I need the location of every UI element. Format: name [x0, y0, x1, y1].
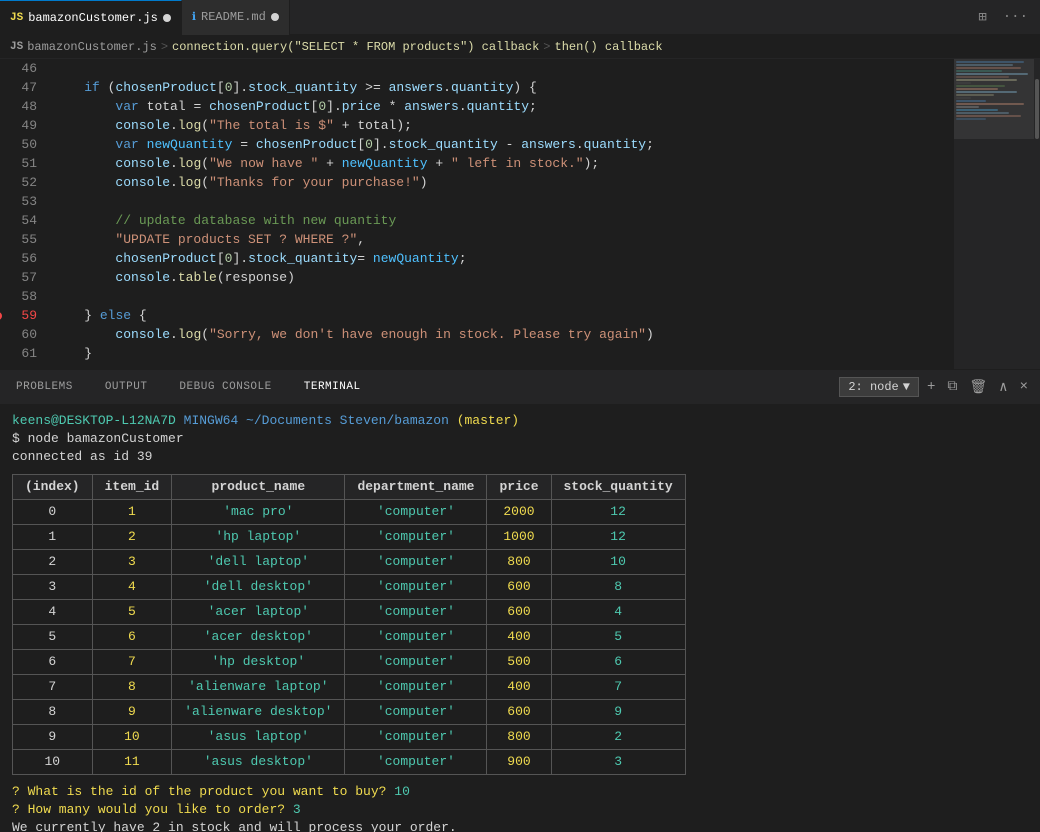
col-price: price	[487, 475, 551, 500]
tab-readme[interactable]: ℹ README.md	[182, 0, 290, 35]
tab-terminal[interactable]: TERMINAL	[288, 370, 377, 405]
table-row: 67'hp desktop''computer'5006	[13, 650, 686, 675]
code-line-48: var total = chosenProduct[0].price * ans…	[53, 97, 954, 116]
table-row: 1011'asus desktop''computer'9003	[13, 750, 686, 775]
new-terminal-icon[interactable]: +	[923, 375, 939, 399]
breadcrumb-file: bamazonCustomer.js	[27, 40, 157, 54]
code-line-58	[53, 287, 954, 306]
code-line-50: var newQuantity = chosenProduct[0].stock…	[53, 135, 954, 154]
close-panel-icon[interactable]: ×	[1016, 375, 1032, 399]
terminal-prompt-line: keens@DESKTOP-L12NA7D MINGW64 ~/Document…	[12, 412, 1028, 430]
terminal-user: keens@DESKTOP-L12NA7D	[12, 413, 176, 428]
line-numbers: 46 47 48 49 50 51 52 53 54 55 56 57 58 5…	[0, 59, 45, 369]
tab-bar: JS bamazonCustomer.js ℹ README.md ⊞ ···	[0, 0, 1040, 35]
breadcrumb-path1[interactable]: connection.query("SELECT * FROM products…	[172, 40, 539, 54]
table-row: 56'acer desktop''computer'4005	[13, 625, 686, 650]
products-table: (index) item_id product_name department_…	[12, 474, 686, 775]
terminal-question2: ? How many would you like to order? 3	[12, 801, 1028, 819]
node-selector[interactable]: 2: node ▼	[839, 377, 919, 397]
tab-readme-dot	[271, 13, 279, 21]
table-row: 78'alienware laptop''computer'4007	[13, 675, 686, 700]
tab-problems[interactable]: PROBLEMS	[0, 370, 89, 405]
editor-actions: ⊞ ···	[974, 7, 1040, 28]
tab-bamazoncustomer[interactable]: JS bamazonCustomer.js	[0, 0, 182, 35]
code-line-61: }	[53, 344, 954, 363]
md-icon: ℹ	[192, 10, 196, 24]
tab-debug-console[interactable]: DEBUG CONSOLE	[163, 370, 287, 405]
terminal-path: MINGW64 ~/Documents Steven/bamazon	[184, 413, 449, 428]
scroll-thumb[interactable]	[1035, 79, 1039, 139]
delete-terminal-icon[interactable]: 🗑	[965, 375, 991, 400]
breadcrumb-js-icon: JS	[10, 41, 23, 53]
col-stock-qty: stock_quantity	[551, 475, 685, 500]
terminal-connected: connected as id 39	[12, 448, 1028, 466]
code-line-47: if (chosenProduct[0].stock_quantity >= a…	[53, 78, 954, 97]
split-terminal-icon[interactable]: ⧉	[943, 375, 961, 399]
panel-tabs: PROBLEMS OUTPUT DEBUG CONSOLE TERMINAL 2…	[0, 369, 1040, 404]
terminal-output2: We currently have 2 in stock and will pr…	[12, 819, 1028, 832]
table-row: 12'hp laptop''computer'100012	[13, 525, 686, 550]
table-header-row: (index) item_id product_name department_…	[13, 475, 686, 500]
col-product-name: product_name	[172, 475, 345, 500]
code-line-54: // update database with new quantity	[53, 211, 954, 230]
collapse-panel-icon[interactable]: ∧	[995, 375, 1011, 400]
tab-bamazoncustomer-label: bamazonCustomer.js	[28, 11, 158, 25]
terminal-branch: (master)	[457, 413, 519, 428]
tab-output[interactable]: OUTPUT	[89, 370, 164, 405]
code-content[interactable]: if (chosenProduct[0].stock_quantity >= a…	[45, 59, 954, 369]
node-selector-label: 2: node	[848, 380, 898, 394]
code-line-56: chosenProduct[0].stock_quantity= newQuan…	[53, 249, 954, 268]
table-row: 89'alienware desktop''computer'6009	[13, 700, 686, 725]
breadcrumb: JS bamazonCustomer.js > connection.query…	[0, 35, 1040, 59]
col-item-id: item_id	[92, 475, 172, 500]
table-row: 34'dell desktop''computer'6008	[13, 575, 686, 600]
chevron-down-icon: ▼	[903, 380, 910, 394]
code-line-55: "UPDATE products SET ? WHERE ?",	[53, 230, 954, 249]
table-row: 910'asus laptop''computer'8002	[13, 725, 686, 750]
editor-area: 46 47 48 49 50 51 52 53 54 55 56 57 58 5…	[0, 59, 1040, 369]
code-line-46	[53, 59, 954, 78]
table-row: 23'dell laptop''computer'80010	[13, 550, 686, 575]
table-row: 45'acer laptop''computer'6004	[13, 600, 686, 625]
js-icon: JS	[10, 12, 23, 24]
scrollbar[interactable]	[1034, 59, 1040, 369]
minimap-content	[954, 59, 1034, 123]
more-actions-icon[interactable]: ···	[999, 7, 1032, 28]
code-line-57: console.table(response)	[53, 268, 954, 287]
table-body: 01'mac pro''computer'20001212'hp laptop'…	[13, 500, 686, 775]
split-editor-icon[interactable]: ⊞	[974, 7, 990, 28]
code-line-53	[53, 192, 954, 211]
breadcrumb-path2[interactable]: then() callback	[555, 40, 663, 54]
panel-tab-actions: 2: node ▼ + ⧉ 🗑 ∧ ×	[839, 375, 1040, 400]
code-line-60: console.log("Sorry, we don't have enough…	[53, 325, 954, 344]
code-line-59: } else {	[53, 306, 954, 325]
code-line-52: console.log("Thanks for your purchase!")	[53, 173, 954, 192]
col-index: (index)	[13, 475, 93, 500]
tab-readme-label: README.md	[201, 10, 266, 24]
code-line-49: console.log("The total is $" + total);	[53, 116, 954, 135]
table-row: 01'mac pro''computer'200012	[13, 500, 686, 525]
terminal-question1: ? What is the id of the product you want…	[12, 783, 1028, 801]
col-department-name: department_name	[345, 475, 487, 500]
tab-modified-dot	[163, 14, 171, 22]
terminal-command: $ node bamazonCustomer	[12, 430, 1028, 448]
code-line-51: console.log("We now have " + newQuantity…	[53, 154, 954, 173]
minimap	[954, 59, 1034, 369]
terminal-area[interactable]: keens@DESKTOP-L12NA7D MINGW64 ~/Document…	[0, 404, 1040, 832]
